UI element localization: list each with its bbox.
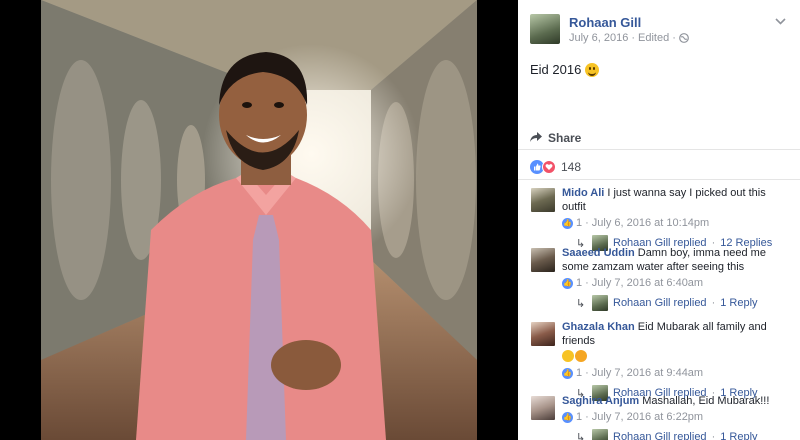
edited-label[interactable]: Edited: [638, 32, 669, 44]
smile-emoji-icon: [585, 62, 600, 77]
comment-like-count[interactable]: 1: [576, 411, 582, 423]
like-thumb-icon: 👍: [562, 411, 573, 423]
reaction-count[interactable]: 148: [561, 160, 581, 174]
post-side-panel: Rohaan Gill July 6, 2016 · Edited · Eid …: [518, 0, 800, 440]
globe-icon[interactable]: [678, 33, 689, 43]
share-arrow-icon[interactable]: [530, 132, 542, 143]
comment-time[interactable]: July 7, 2016 at 6:22pm: [592, 411, 703, 423]
comment-like-count[interactable]: 1: [576, 217, 582, 229]
commenter-name[interactable]: Saghira Anjum: [562, 395, 639, 407]
comment-meta: 👍 1 · July 6, 2016 at 10:14pm: [562, 217, 792, 229]
like-thumb-icon: 👍: [562, 277, 573, 289]
reply-author[interactable]: Rohaan Gill replied: [613, 431, 707, 440]
author-avatar[interactable]: [530, 14, 560, 44]
meta-separator: ·: [585, 217, 589, 229]
share-button[interactable]: Share: [548, 131, 581, 145]
reply-arrow-icon: ↳: [576, 297, 586, 310]
comment-item: Saaeed Uddin Damn boy, imma need me some …: [518, 246, 800, 313]
reply-summary[interactable]: ↳ Rohaan Gill replied · 1 Reply: [562, 427, 792, 440]
reply-count[interactable]: 1 Reply: [720, 297, 757, 309]
meta-separator: ·: [585, 411, 589, 423]
smile-emoji-icon: [562, 350, 574, 362]
like-thumb-icon: 👍: [562, 367, 573, 379]
meta-separator: ·: [672, 32, 676, 44]
comment-like-count[interactable]: 1: [576, 277, 582, 289]
post-text: Eid 2016: [530, 62, 582, 77]
comment-time[interactable]: July 7, 2016 at 6:40am: [592, 277, 703, 289]
post-header: Rohaan Gill July 6, 2016 · Edited ·: [518, 0, 800, 56]
reply-summary[interactable]: ↳ Rohaan Gill replied · 1 Reply: [562, 293, 792, 313]
post-caption: Eid 2016: [530, 62, 600, 77]
kiss-emoji-icon: [575, 350, 587, 362]
replier-avatar: [592, 295, 608, 311]
comment-meta: 👍 1 · July 7, 2016 at 9:44am: [562, 367, 792, 379]
meta-separator: ·: [711, 297, 716, 309]
commenter-name[interactable]: Mido Ali: [562, 187, 604, 199]
meta-separator: ·: [711, 431, 716, 440]
post-date[interactable]: July 6, 2016: [569, 32, 628, 44]
commenter-avatar[interactable]: [531, 396, 555, 420]
like-thumb-icon: 👍: [562, 217, 573, 229]
comment-time[interactable]: July 7, 2016 at 9:44am: [592, 367, 703, 379]
reactions-summary[interactable]: 148: [518, 154, 800, 180]
comment-text: Mashallah, Eid Mubarak!!!: [642, 395, 770, 407]
comment-body: Mido Ali I just wanna say I picked out th…: [562, 186, 792, 214]
commenter-avatar[interactable]: [531, 188, 555, 212]
post-meta: July 6, 2016 · Edited ·: [569, 32, 689, 44]
comment-item: Mido Ali I just wanna say I picked out th…: [518, 186, 800, 253]
commenter-name[interactable]: Ghazala Khan: [562, 321, 635, 333]
commenter-avatar[interactable]: [531, 322, 555, 346]
comment-body: Saghira Anjum Mashallah, Eid Mubarak!!!: [562, 394, 792, 408]
comment-meta: 👍 1 · July 7, 2016 at 6:40am: [562, 277, 792, 289]
photo-illustration: [41, 0, 477, 440]
comment-time[interactable]: July 6, 2016 at 10:14pm: [592, 217, 709, 229]
author-name[interactable]: Rohaan Gill: [569, 15, 641, 30]
meta-separator: ·: [631, 32, 635, 44]
replier-avatar: [592, 429, 608, 440]
chevron-down-icon[interactable]: [775, 16, 786, 28]
reply-author[interactable]: Rohaan Gill replied: [613, 297, 707, 309]
comment-item: Ghazala Khan Eid Mubarak all family and f…: [518, 320, 800, 403]
comment-like-count[interactable]: 1: [576, 367, 582, 379]
comment-item: Saghira Anjum Mashallah, Eid Mubarak!!! 👍…: [518, 394, 800, 440]
photo-viewer: Rohaan Gill July 6, 2016 · Edited · Eid …: [0, 0, 800, 440]
meta-separator: ·: [585, 367, 589, 379]
action-bar: Share: [518, 126, 800, 150]
comment-body: Ghazala Khan Eid Mubarak all family and f…: [562, 320, 792, 364]
commenter-name[interactable]: Saaeed Uddin: [562, 247, 635, 259]
photo-pane: [0, 0, 518, 440]
comment-meta: 👍 1 · July 7, 2016 at 6:22pm: [562, 411, 792, 423]
comment-emojis: [562, 350, 792, 364]
love-heart-icon: [542, 159, 556, 174]
commenter-avatar[interactable]: [531, 248, 555, 272]
post-photo[interactable]: [41, 0, 477, 440]
meta-separator: ·: [585, 277, 589, 289]
reply-arrow-icon: ↳: [576, 431, 586, 440]
comment-body: Saaeed Uddin Damn boy, imma need me some …: [562, 246, 792, 274]
reply-count[interactable]: 1 Reply: [720, 431, 757, 440]
